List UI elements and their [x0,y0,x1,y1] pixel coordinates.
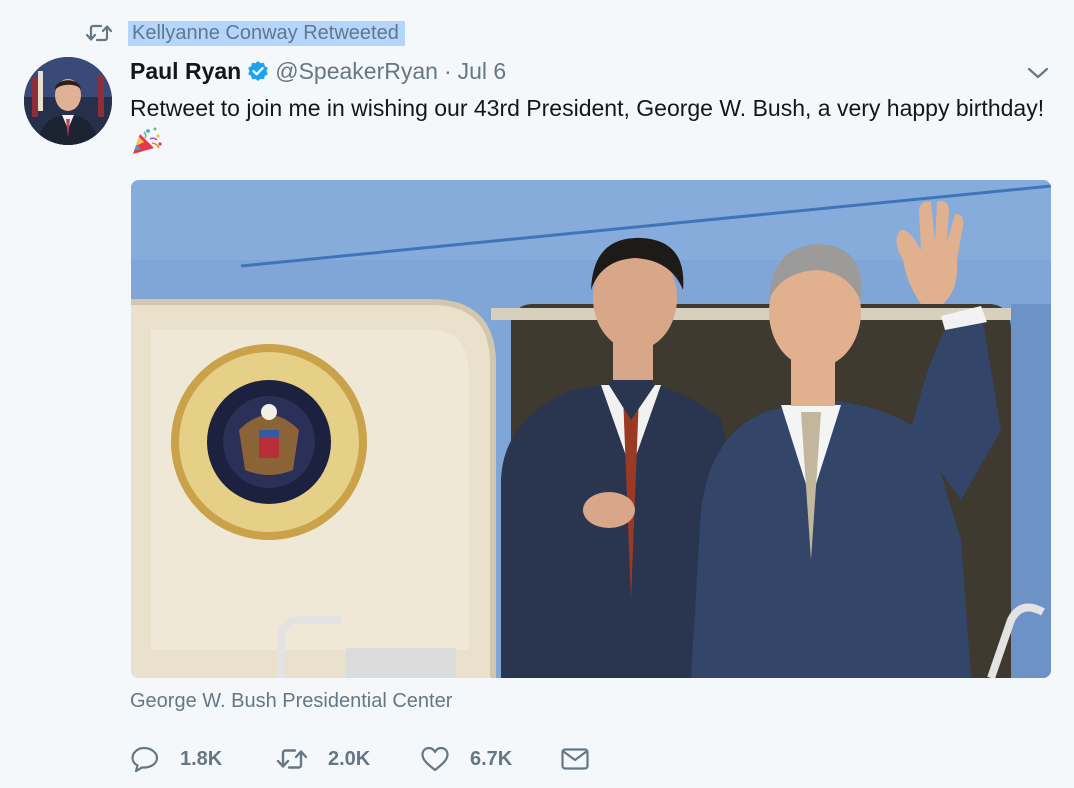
tweet-text: Retweet to join me in wishing our 43rd P… [130,91,1050,161]
retweet-icon [276,749,308,769]
tweet-photo[interactable] [131,180,1051,678]
reply-icon [131,746,159,773]
retweet-button[interactable]: 2.0K [276,745,376,773]
party-popper-icon [130,126,164,156]
header-separator: · [443,57,452,84]
author-name[interactable]: Paul Ryan [130,58,241,85]
reply-button[interactable]: 1.8K [130,745,232,773]
like-count: 6.7K [470,747,513,770]
avatar[interactable] [24,57,112,145]
like-button[interactable]: 6.7K [420,745,516,773]
verified-badge-icon [247,60,269,82]
reply-count: 1.8K [180,747,223,770]
retweet-count: 2.0K [328,747,371,770]
tweet-timestamp[interactable]: Jul 6 [458,58,507,85]
tweet-header: Paul Ryan @SpeakerRyan · Jul 6 [130,55,506,87]
direct-message-button[interactable] [560,746,590,772]
photo-credit[interactable]: George W. Bush Presidential Center [130,690,452,713]
author-handle[interactable]: @SpeakerRyan [275,58,438,85]
tweet-actions: 1.8K 2.0K 6.7K [130,740,634,778]
chevron-down-icon[interactable] [1026,64,1050,82]
retweeted-by-link[interactable]: Kellyanne Conway Retweeted [128,20,405,46]
heart-icon [421,746,449,772]
envelope-icon [561,748,589,770]
retweet-icon [85,22,113,44]
tweet-text-body: Retweet to join me in wishing our 43rd P… [130,95,1045,121]
retweet-context: Kellyanne Conway Retweeted [85,20,405,46]
tweet-card[interactable]: Kellyanne Conway Retweeted Paul Ryan @Sp… [0,0,1074,788]
